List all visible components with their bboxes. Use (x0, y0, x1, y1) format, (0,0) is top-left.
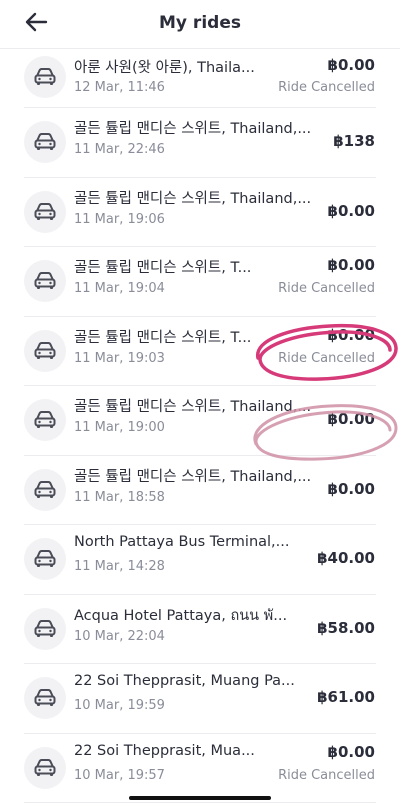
page-title: My rides (0, 13, 400, 33)
ride-row[interactable]: 골든 튤립 맨디슨 스위트, Thailand,... 11 Mar, 19:06… (0, 178, 400, 248)
ride-datetime: 11 Mar, 19:03 (74, 351, 165, 366)
ride-row[interactable]: 22 Soi Thepprasit, Muang Pa... 10 Mar, 19… (0, 664, 400, 734)
ride-datetime: 11 Mar, 22:46 (74, 142, 165, 157)
car-icon (24, 56, 66, 98)
ride-price: ฿0.00 (328, 743, 375, 761)
ride-row[interactable]: 골든 튤립 맨디슨 스위트, Thailand,... 11 Mar, 19:00… (0, 386, 400, 456)
home-indicator (129, 796, 271, 800)
car-icon (24, 677, 66, 719)
ride-destination: 22 Soi Thepprasit, Mua... (74, 743, 314, 759)
ride-datetime: 11 Mar, 14:28 (74, 559, 165, 574)
ride-destination: 골든 튤립 맨디슨 스위트, T... (74, 256, 314, 277)
ride-destination: 22 Soi Thepprasit, Muang Pa... (74, 673, 314, 689)
ride-row[interactable]: 아룬 사원(왓 아룬), Thaila... 12 Mar, 11:46 ฿0.00… (0, 49, 400, 108)
ride-price: ฿0.00 (328, 256, 375, 274)
car-icon (24, 469, 66, 511)
ride-destination: 골든 튤립 맨디슨 스위트, Thailand,... (74, 117, 314, 138)
car-icon (24, 538, 66, 580)
car-icon (24, 191, 66, 233)
car-icon (24, 399, 66, 441)
ride-status: Ride Cancelled (278, 281, 375, 296)
ride-datetime: 10 Mar, 19:57 (74, 768, 165, 783)
ride-datetime: 11 Mar, 19:04 (74, 281, 165, 296)
ride-status: Ride Cancelled (278, 768, 375, 783)
ride-price: ฿58.00 (317, 619, 375, 637)
ride-datetime: 10 Mar, 22:04 (74, 629, 165, 644)
ride-price: ฿61.00 (317, 688, 375, 706)
ride-row[interactable]: 골든 튤립 맨디슨 스위트, Thailand,... 11 Mar, 18:58… (0, 456, 400, 526)
car-icon (24, 330, 66, 372)
ride-price: ฿0.00 (328, 202, 375, 220)
car-icon (24, 608, 66, 650)
ride-destination: 골든 튤립 맨디슨 스위트, Thailand,... (74, 395, 314, 416)
ride-row[interactable]: 골든 튤립 맨디슨 스위트, T... 11 Mar, 19:03 ฿0.00 Rid… (0, 317, 400, 387)
ride-price: ฿0.00 (328, 410, 375, 428)
ride-row[interactable]: Acqua Hotel Pattaya, ถนน พั... 10 Mar, 22… (0, 595, 400, 665)
ride-row[interactable]: 22 Soi Thepprasit, Mua... 10 Mar, 19:57 ฿0… (0, 734, 400, 803)
ride-price: ฿0.00 (328, 480, 375, 498)
ride-price: ฿40.00 (317, 549, 375, 567)
ride-destination: North Pattaya Bus Terminal,... (74, 534, 314, 550)
car-icon (24, 121, 66, 163)
ride-price: ฿0.00 (328, 326, 375, 344)
car-icon (24, 260, 66, 302)
ride-row[interactable]: North Pattaya Bus Terminal,... 11 Mar, 14… (0, 525, 400, 595)
ride-status: Ride Cancelled (278, 80, 375, 95)
ride-list: 아룬 사원(왓 아룬), Thaila... 12 Mar, 11:46 ฿0.00… (0, 49, 400, 803)
ride-row[interactable]: 골든 튤립 맨디슨 스위트, T... 11 Mar, 19:04 ฿0.00 Rid… (0, 247, 400, 317)
ride-destination: 골든 튤립 맨디슨 스위트, Thailand,... (74, 465, 314, 486)
ride-destination: 골든 튤립 맨디슨 스위트, Thailand,... (74, 187, 314, 208)
ride-destination: 골든 튤립 맨디슨 스위트, T... (74, 326, 314, 347)
ride-row[interactable]: 골든 튤립 맨디슨 스위트, Thailand,... 11 Mar, 22:46… (0, 108, 400, 178)
ride-price: ฿138 (333, 132, 375, 150)
ride-destination: Acqua Hotel Pattaya, ถนน พั... (74, 604, 314, 627)
ride-datetime: 11 Mar, 18:58 (74, 490, 165, 505)
ride-status: Ride Cancelled (278, 351, 375, 366)
ride-datetime: 11 Mar, 19:06 (74, 212, 165, 227)
ride-datetime: 11 Mar, 19:00 (74, 420, 165, 435)
ride-destination: 아룬 사원(왓 아룬), Thaila... (74, 56, 314, 77)
car-icon (24, 747, 66, 789)
ride-datetime: 10 Mar, 19:59 (74, 698, 165, 713)
ride-price: ฿0.00 (328, 56, 375, 74)
ride-datetime: 12 Mar, 11:46 (74, 80, 165, 95)
app-header: My rides (0, 0, 400, 49)
